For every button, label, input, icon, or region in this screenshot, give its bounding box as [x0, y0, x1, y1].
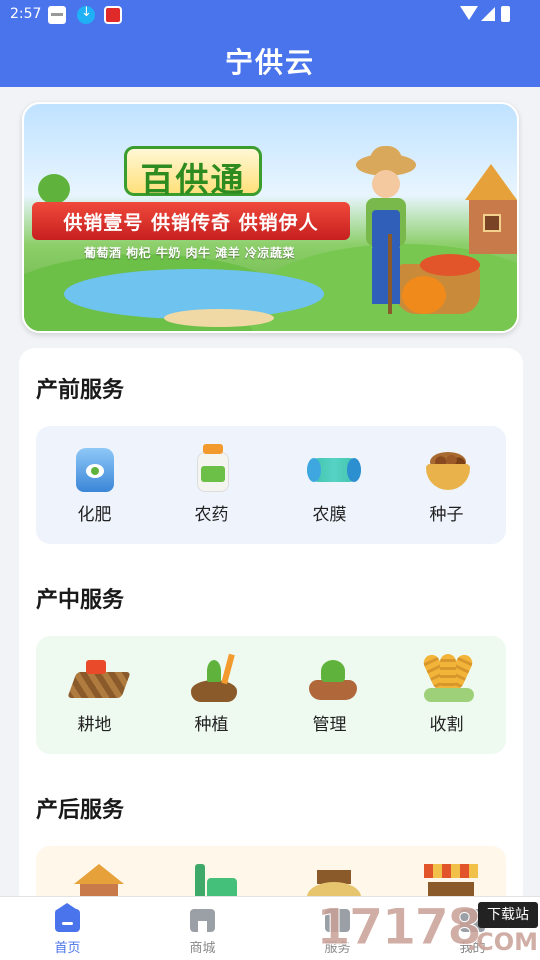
pesticide-bottle-icon [189, 444, 235, 492]
tab-label: 首页 [54, 941, 81, 956]
service-harvest[interactable]: 收割 [388, 636, 505, 754]
tractor-field-icon [67, 654, 131, 702]
service-pesticide[interactable]: 农药 [153, 426, 270, 544]
notification-badge-icon [104, 6, 122, 24]
service-label: 收割 [429, 715, 464, 735]
tab-home[interactable]: 首页 [0, 897, 135, 960]
tab-mall[interactable]: 商城 [135, 897, 270, 960]
banner-slogan: 供销壹号 供销传奇 供销伊人 [63, 212, 319, 234]
banner-products: 葡萄酒 枸杞 牛奶 肉牛 滩羊 冷凉蔬菜 [84, 246, 295, 260]
service-label: 种植 [194, 715, 229, 735]
service-plowing[interactable]: 耕地 [36, 636, 153, 754]
status-time: 2:57 [10, 6, 42, 22]
service-fertilizer[interactable]: 化肥 [36, 426, 153, 544]
page-title: 宁供云 [224, 46, 315, 79]
service-label: 种子 [429, 505, 464, 525]
promo-banner[interactable]: 百供通 供销壹号 供销传奇 供销伊人 葡萄酒 枸杞 牛奶 肉牛 滩羊 冷凉蔬菜 [22, 102, 519, 333]
watermark-domain: .COM [466, 928, 538, 956]
service-planting[interactable]: 种植 [153, 636, 270, 754]
section-title-pre: 产前服务 [36, 378, 125, 403]
section-title-post: 产后服务 [36, 798, 125, 823]
status-bar: 2:57 [0, 0, 540, 30]
seed-bowl-icon [424, 444, 470, 492]
mid-service-grid: 耕地 种植 管理 收割 [36, 636, 506, 754]
house-icon [465, 164, 517, 254]
service-film[interactable]: 农膜 [271, 426, 388, 544]
vegetables-icon [420, 254, 480, 276]
wifi-icon [460, 6, 478, 20]
wheat-icon [421, 652, 475, 702]
home-icon [55, 903, 80, 932]
banner-brand-badge: 百供通 [124, 146, 262, 199]
service-label: 农药 [194, 505, 229, 525]
section-title-mid: 产中服务 [36, 588, 125, 613]
service-label: 农膜 [312, 505, 347, 525]
shop-icon [190, 909, 215, 932]
banner-brand: 百供通 [140, 160, 246, 199]
download-icon [77, 5, 95, 24]
tab-label: 商城 [189, 941, 216, 956]
app-header: 宁供云 [0, 30, 540, 87]
service-seeds[interactable]: 种子 [388, 426, 505, 544]
service-label: 管理 [312, 715, 347, 735]
fertilizer-bag-icon [72, 444, 118, 492]
site-watermark: 17178 下载站 .COM [316, 896, 540, 960]
film-roll-icon [307, 444, 361, 492]
banner-path [164, 309, 274, 327]
signal-icon [481, 7, 495, 21]
service-label: 化肥 [77, 505, 112, 525]
service-management[interactable]: 管理 [271, 636, 388, 754]
hand-plant-icon [307, 654, 357, 702]
services-card: 产前服务 化肥 农药 农膜 种子 产中服务 耕地 种植 管理 收割 产后服务 [19, 348, 523, 960]
banner-ribbon: 供销壹号 供销传奇 供销伊人 [32, 202, 350, 240]
watermark-download: 下载站 [478, 902, 538, 928]
watermark-number: 17178 [316, 898, 483, 957]
pre-service-grid: 化肥 农药 农膜 种子 [36, 426, 506, 544]
farmer-illustration [356, 146, 416, 324]
sprout-soil-icon [189, 653, 237, 702]
battery-icon [501, 6, 510, 22]
notification-app-icon [48, 6, 66, 24]
service-label: 耕地 [77, 715, 112, 735]
